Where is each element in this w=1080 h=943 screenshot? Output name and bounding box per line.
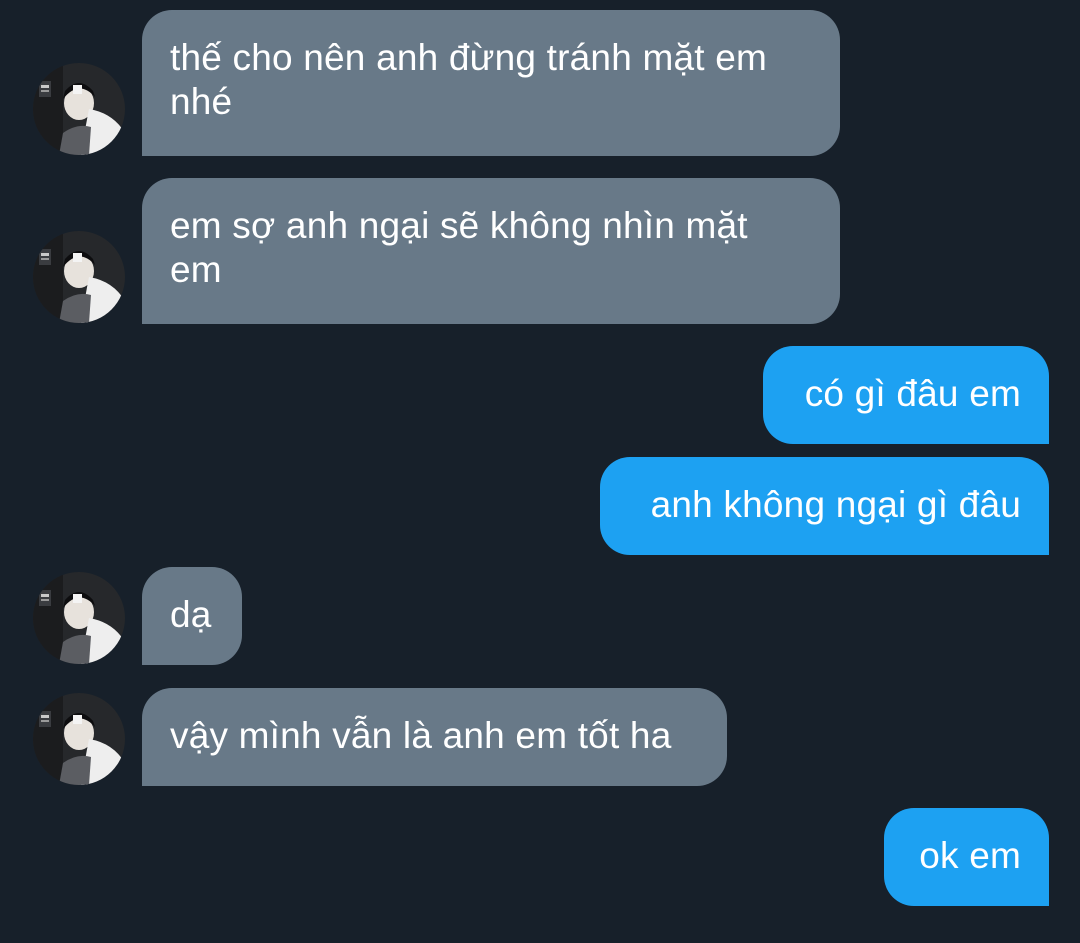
outgoing-message-bubble[interactable]: anh không ngại gì đâu: [600, 457, 1049, 555]
avatar-photo-icon: [33, 231, 125, 323]
message-text: vậy mình vẫn là anh em tốt ha: [170, 715, 672, 756]
incoming-message-bubble[interactable]: thế cho nên anh đừng tránh mặt em nhé: [142, 10, 840, 156]
chat-thread[interactable]: thế cho nên anh đừng tránh mặt em nhé em…: [0, 0, 1080, 943]
contact-avatar[interactable]: [33, 693, 125, 785]
avatar-photo-icon: [33, 63, 125, 155]
contact-avatar[interactable]: [33, 63, 125, 155]
message-text: dạ: [170, 594, 212, 635]
message-text: nhé: [170, 81, 233, 122]
message-text: em sợ anh ngại sẽ không nhìn mặt: [170, 205, 748, 246]
contact-avatar[interactable]: [33, 572, 125, 664]
outgoing-message-bubble[interactable]: ok em: [884, 808, 1049, 906]
contact-avatar[interactable]: [33, 231, 125, 323]
message-text: thế cho nên anh đừng tránh mặt em: [170, 37, 768, 78]
avatar-photo-icon: [33, 693, 125, 785]
incoming-message-bubble[interactable]: em sợ anh ngại sẽ không nhìn mặt em: [142, 178, 840, 324]
incoming-message-bubble[interactable]: dạ: [142, 567, 242, 665]
message-text: anh không ngại gì đâu: [650, 484, 1021, 525]
message-text: ok em: [919, 835, 1021, 876]
message-text: em: [170, 249, 222, 290]
message-text: có gì đâu em: [804, 373, 1021, 414]
outgoing-message-bubble[interactable]: có gì đâu em: [763, 346, 1049, 444]
avatar-photo-icon: [33, 572, 125, 664]
incoming-message-bubble[interactable]: vậy mình vẫn là anh em tốt ha: [142, 688, 727, 786]
